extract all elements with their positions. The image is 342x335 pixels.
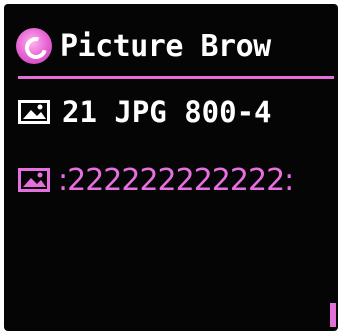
list-item-selected[interactable]: :222222222222:: [18, 162, 338, 198]
list-item-label: 21 JPG 800-4: [62, 95, 272, 129]
image-file-icon: [18, 168, 50, 192]
scroll-indicator[interactable]: [330, 303, 336, 327]
list-item[interactable]: 21 JPG 800-4: [18, 94, 338, 130]
device-screen: Picture Brow 21 JPG 800-4 :222222222222:: [4, 4, 338, 331]
list-item-label: :222222222222:: [58, 162, 294, 198]
app-title: Picture Brow: [60, 28, 271, 64]
app-header: Picture Brow: [16, 26, 336, 66]
picture-app-icon: [16, 28, 52, 64]
header-divider: [18, 76, 334, 79]
image-file-icon: [18, 100, 50, 124]
